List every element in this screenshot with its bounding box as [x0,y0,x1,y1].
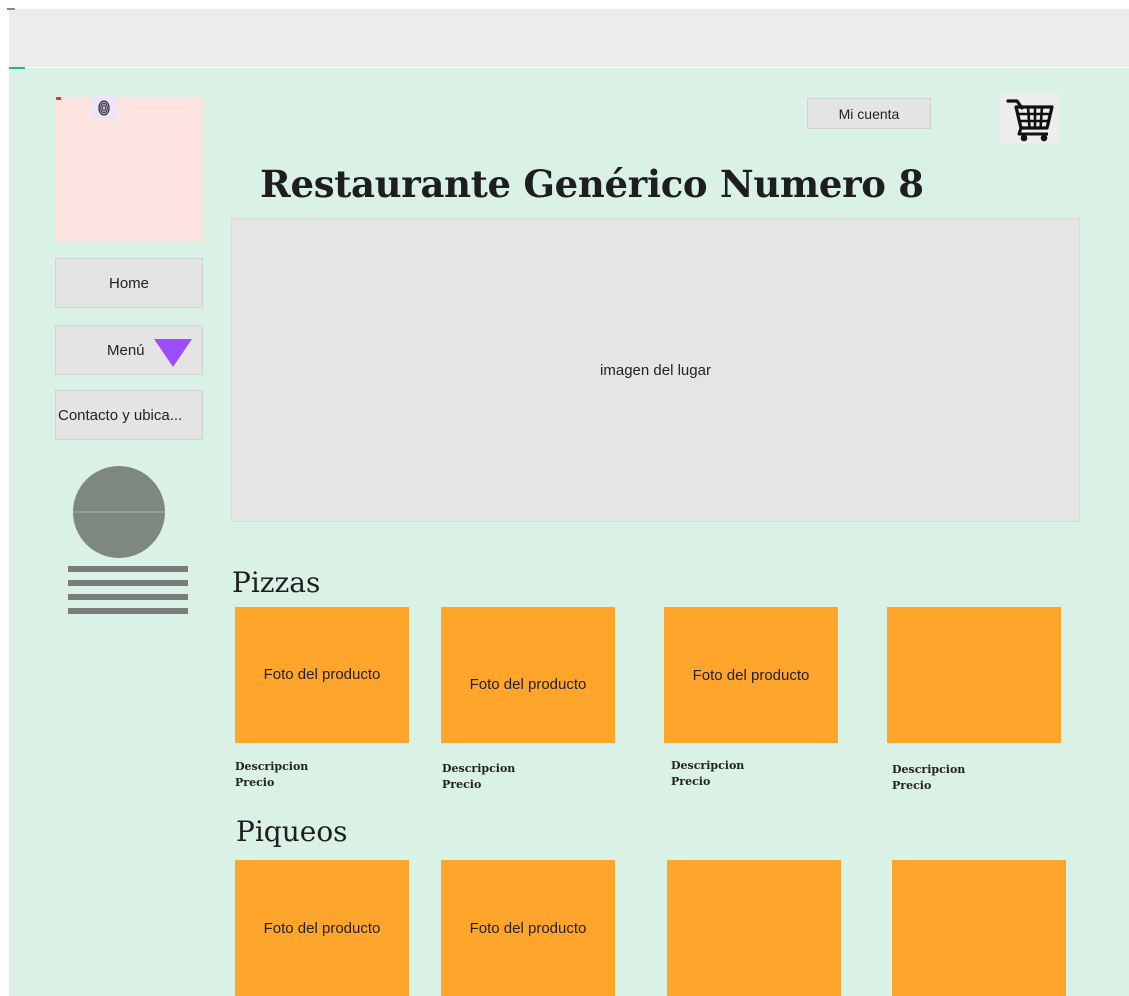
product-info: Descripcion Precio [442,761,515,793]
browser-toolbar [9,9,1129,67]
page-title: Restaurante Genérico Numero 8 [260,162,924,206]
nav-home-button[interactable]: Home [55,258,203,308]
logo-placeholder[interactable] [56,98,203,241]
window-corner-mark [7,8,15,10]
section-title-pizzas: Pizzas [232,566,321,599]
product-info: Descripcion Precio [235,759,308,791]
product-description: Descripcion [892,763,966,776]
hero-image-placeholder: imagen del lugar [231,218,1080,522]
product-info: Descripcion Precio [892,762,965,794]
product-card[interactable]: Foto del producto [441,607,615,743]
product-card[interactable]: Foto del producto [441,860,615,996]
product-price: Precio [671,775,711,788]
nav-home-label: Home [108,274,149,292]
nav-menu-button[interactable]: Menú [55,325,203,375]
product-photo-label: Foto del producto [469,920,587,937]
product-card[interactable]: Foto del producto [664,607,838,743]
hero-image-label: imagen del lugar [600,361,711,379]
product-description: Descripcion [235,760,309,773]
nav-contact-label: Contacto y ubica... [58,406,183,424]
product-photo-label: Foto del producto [263,666,381,683]
product-card[interactable] [667,860,841,996]
logo-marker [56,97,61,100]
triangle-down-icon[interactable] [154,339,192,367]
cart-button[interactable] [1000,94,1060,144]
cart-icon [1006,99,1054,142]
section-title-piqueos: Piqueos [236,815,348,848]
product-card[interactable]: Foto del producto [235,860,409,996]
product-photo-label: Foto del producto [263,920,381,937]
product-description: Descripcion [671,759,745,772]
product-card[interactable] [892,860,1066,996]
frame-accent-line [9,67,25,69]
my-account-button[interactable]: Mi cuenta [807,98,931,129]
nav-contact-button[interactable]: Contacto y ubica... [55,390,203,440]
product-info: Descripcion Precio [671,758,744,790]
product-price: Precio [442,778,482,791]
product-price: Precio [235,776,275,789]
product-photo-label: Foto del producto [692,667,810,684]
product-price: Precio [892,779,932,792]
nav-menu-label: Menú [107,341,145,359]
fingerprint-icon [92,96,116,120]
user-avatar-icon[interactable] [68,466,192,622]
product-description: Descripcion [442,762,516,775]
product-card[interactable]: Foto del producto [235,607,409,743]
my-account-label: Mi cuenta [838,105,900,122]
product-photo-label: Foto del producto [469,676,587,693]
product-card[interactable] [887,607,1061,743]
